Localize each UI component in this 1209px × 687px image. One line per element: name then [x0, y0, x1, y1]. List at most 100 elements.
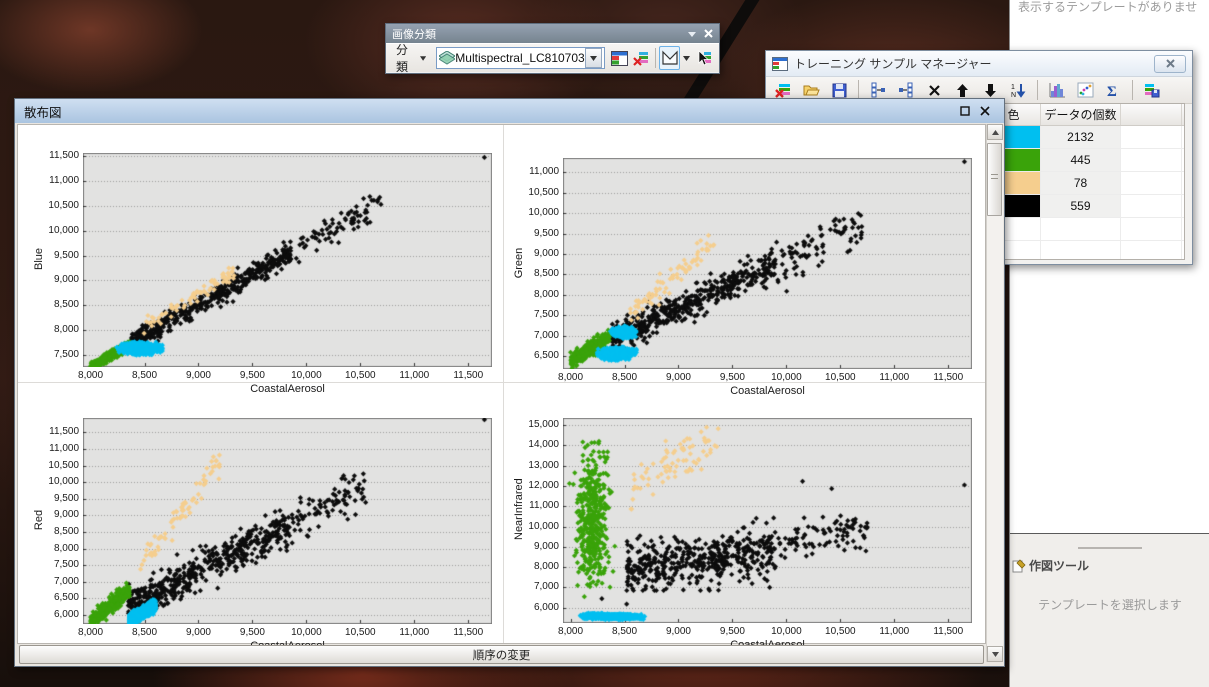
renumber-classes-button[interactable]: 1N — [1006, 78, 1030, 102]
tsm-title-bar[interactable]: トレーニング サンプル マネージャー — [766, 51, 1192, 77]
chart-plot-canvas — [563, 418, 972, 623]
toolbar-options-caret-icon[interactable] — [688, 31, 696, 37]
svg-text:N: N — [1011, 92, 1016, 98]
y-tick-label: 7,500 — [513, 309, 559, 320]
y-tick-label: 11,500 — [33, 426, 79, 437]
y-tick-label: 6,000 — [33, 609, 79, 620]
panel-splitter[interactable] — [1078, 547, 1142, 549]
column-header-extra[interactable] — [1121, 104, 1182, 125]
scroll-up-button[interactable] — [987, 124, 1003, 140]
class-pixel-count — [1041, 218, 1121, 240]
y-tick-label: 6,500 — [513, 350, 559, 361]
vertical-scrollbar[interactable] — [986, 124, 1003, 662]
class-pixel-count: 2132 — [1041, 126, 1121, 148]
training-sample-row[interactable] — [987, 218, 1184, 241]
layer-combo-value: Multispectral_LC810703 — [455, 51, 584, 65]
statistics-button[interactable]: Σ — [1101, 78, 1125, 102]
select-training-sample-tool[interactable] — [693, 46, 715, 70]
y-tick-label: 11,000 — [513, 500, 559, 511]
clear-signatures-button[interactable] — [630, 46, 652, 70]
x-tick-label: 9,500 — [702, 372, 762, 383]
close-icon — [980, 106, 990, 116]
column-header-count[interactable]: データの個数 — [1041, 104, 1121, 125]
select-template-message: テンプレートを選択します — [1010, 596, 1209, 613]
training-sample-row[interactable]: 445 — [987, 149, 1184, 172]
tsm-close-button[interactable] — [1154, 55, 1186, 73]
chart-plot-canvas — [563, 158, 972, 369]
y-tick-label: 9,000 — [513, 541, 559, 552]
x-tick-label: 8,500 — [115, 627, 175, 638]
x-tick-label: 8,000 — [541, 626, 601, 637]
histograms-button[interactable] — [1045, 78, 1069, 102]
y-tick-label: 9,000 — [513, 248, 559, 259]
reorder-button[interactable]: 順序の変更 — [19, 645, 984, 664]
y-tick-label: 8,000 — [513, 289, 559, 300]
training-samples-table: 色 データの個数 213244578559 — [986, 103, 1185, 260]
maximize-button[interactable] — [955, 102, 975, 120]
class-extra-cell — [1121, 195, 1182, 217]
close-button[interactable] — [975, 102, 995, 120]
y-tick-label: 10,000 — [33, 225, 79, 236]
x-tick-label: 11,000 — [384, 627, 444, 638]
scroll-down-button[interactable] — [987, 646, 1003, 662]
training-sample-row[interactable]: 2132 — [987, 126, 1184, 149]
table-header-row: 色 データの個数 — [987, 104, 1184, 126]
layer-select-combo[interactable]: Multispectral_LC810703 — [436, 47, 604, 69]
x-tick-label: 10,500 — [810, 372, 870, 383]
x-tick-label: 11,500 — [918, 626, 978, 637]
y-tick-label: 13,000 — [513, 460, 559, 471]
triangle-down-icon — [992, 652, 999, 657]
scatter-window-title-bar[interactable]: 散布図 — [15, 99, 1004, 123]
class-extra-cell — [1121, 241, 1182, 260]
draw-tool-dropdown[interactable] — [680, 56, 693, 61]
y-tick-label: 10,500 — [33, 200, 79, 211]
y-tick-label: 6,500 — [33, 592, 79, 603]
class-pixel-count: 78 — [1041, 172, 1121, 194]
raster-layer-icon — [439, 51, 455, 65]
scatter-charts-area: Blue CoastalAerosol 7,5008,0008,5009,000… — [17, 124, 986, 644]
y-tick-label: 8,500 — [33, 299, 79, 310]
y-tick-label: 8,000 — [33, 324, 79, 335]
construction-tools-icon — [1012, 559, 1026, 573]
create-signature-file-button[interactable] — [1140, 78, 1164, 102]
scatterplots-button[interactable] — [1073, 78, 1097, 102]
training-sample-row[interactable]: 559 — [987, 195, 1184, 218]
x-tick-label: 10,000 — [756, 372, 816, 383]
y-tick-label: 14,000 — [513, 439, 559, 450]
y-tick-label: 10,000 — [513, 521, 559, 532]
y-tick-label: 9,500 — [513, 228, 559, 239]
close-icon — [1166, 59, 1175, 68]
classification-toolbar-title: 画像分類 — [392, 26, 436, 42]
class-extra-cell — [1121, 149, 1182, 171]
x-tick-label: 9,000 — [168, 627, 228, 638]
y-tick-label: 8,500 — [513, 268, 559, 279]
draw-polygon-tool[interactable] — [659, 46, 681, 70]
class-extra-cell — [1121, 172, 1182, 194]
layer-combo-dropdown-button[interactable] — [585, 48, 602, 68]
svg-text:1: 1 — [1011, 84, 1015, 91]
x-tick-label: 10,500 — [810, 626, 870, 637]
x-tick-label: 11,000 — [864, 626, 924, 637]
classification-toolbar-title-bar[interactable]: 画像分類 — [386, 24, 719, 43]
x-tick-label: 9,000 — [648, 626, 708, 637]
classification-menu-button[interactable]: 分類 — [390, 46, 432, 70]
training-sample-row[interactable]: 78 — [987, 172, 1184, 195]
y-tick-label: 8,000 — [513, 561, 559, 572]
y-tick-label: 9,000 — [33, 274, 79, 285]
x-tick-label: 11,500 — [918, 372, 978, 383]
x-tick-label: 9,500 — [222, 370, 282, 381]
y-tick-label: 10,500 — [513, 187, 559, 198]
scrollbar-thumb[interactable] — [987, 143, 1002, 216]
y-tick-label: 7,500 — [33, 559, 79, 570]
y-tick-label: 11,000 — [33, 443, 79, 454]
class-pixel-count: 445 — [1041, 149, 1121, 171]
class-extra-cell — [1121, 218, 1182, 240]
image-classification-toolbar: 画像分類 分類 Multispectral_LC810703 — [385, 23, 720, 74]
y-tick-label: 7,000 — [513, 581, 559, 592]
close-icon[interactable] — [704, 29, 713, 38]
svg-text:Σ: Σ — [1107, 84, 1117, 98]
training-sample-manager-button[interactable] — [609, 46, 631, 70]
training-sample-row[interactable] — [987, 241, 1184, 260]
chart-plot-canvas — [83, 418, 492, 624]
x-tick-label: 11,000 — [864, 372, 924, 383]
